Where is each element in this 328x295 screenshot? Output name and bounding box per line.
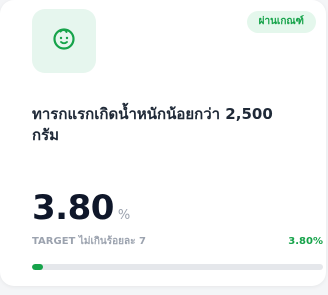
indicator-card[interactable]: ผ่านเกณฑ์ ทารกแรกเกิดน้ำหนักน้อยกว่า 2,5… <box>0 0 326 286</box>
value-row: 3.80 % <box>32 188 130 228</box>
progress-bar-fill <box>32 264 44 270</box>
indicator-title: ทารกแรกเกิดน้ำหนักน้อยกว่า 2,500 กรัม <box>32 105 273 144</box>
target-row: TARGET ไม่เกินร้อยละ 7 3.80% <box>32 234 323 249</box>
indicator-value: 3.80 <box>32 188 114 228</box>
icon-container <box>32 9 96 73</box>
value-unit: % <box>117 208 131 223</box>
progress-bar <box>32 264 323 270</box>
status-badge: ผ่านเกณฑ์ <box>246 11 316 33</box>
baby-face-icon <box>51 26 77 56</box>
target-label: TARGET ไม่เกินร้อยละ 7 <box>32 236 146 247</box>
current-percent: 3.80% <box>288 236 323 247</box>
